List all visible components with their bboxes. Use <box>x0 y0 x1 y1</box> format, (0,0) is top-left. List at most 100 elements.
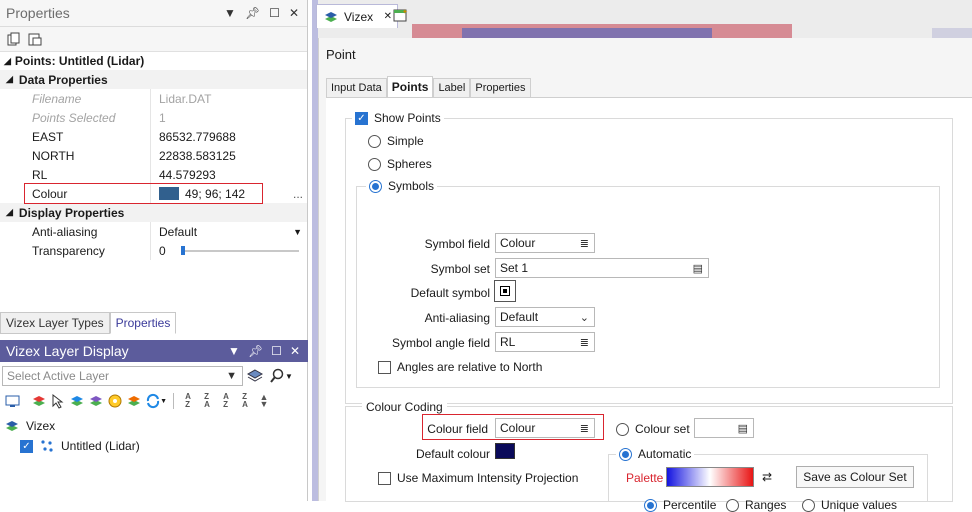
ranges-radio[interactable]: Ranges <box>726 498 786 512</box>
mip-checkbox[interactable] <box>378 471 391 485</box>
show-points-checkbox[interactable]: ✓ <box>355 111 368 125</box>
list-icon[interactable]: ≣ <box>580 237 594 250</box>
unique-values-radio-button[interactable] <box>802 498 815 512</box>
east-row[interactable]: EAST 86532.779688 <box>0 127 307 146</box>
refresh-icon[interactable]: ▼ <box>145 393 167 409</box>
tab-vizex-layer-types[interactable]: Vizex Layer Types <box>0 312 110 334</box>
new-layer-icon[interactable] <box>31 393 47 409</box>
colour-coding-legend: Colour Coding <box>362 400 447 414</box>
tab-points[interactable]: Points <box>386 76 434 97</box>
colour-field-input[interactable]: Colour ≣ <box>495 418 595 438</box>
colour-more-button[interactable]: ... <box>293 187 307 201</box>
colour-row[interactable]: Colour 49; 96; 142 ... <box>0 183 307 204</box>
tab-label[interactable]: Label <box>433 78 471 97</box>
transparency-slider[interactable] <box>181 245 299 256</box>
anti-aliasing-row[interactable]: Anti-aliasing Default ▼ <box>0 222 307 241</box>
tab-properties[interactable]: Properties <box>470 78 531 97</box>
pin-icon[interactable]: 📌︎ <box>245 6 260 20</box>
symbols-radio[interactable]: Symbols <box>366 179 438 193</box>
symbol-set-label: Symbol set <box>430 262 490 276</box>
paste-icon[interactable] <box>27 31 43 47</box>
palette-gradient[interactable] <box>666 467 754 487</box>
layer-properties-icon[interactable] <box>107 393 123 409</box>
rl-row[interactable]: RL 44.579293 <box>0 165 307 184</box>
transparency-row[interactable]: Transparency 0 <box>0 241 307 260</box>
percentile-radio-button[interactable] <box>644 498 657 512</box>
anti-aliasing-label: Anti-aliasing <box>424 311 490 325</box>
spheres-radio[interactable]: Spheres <box>368 157 432 171</box>
north-row[interactable]: NORTH 22838.583125 <box>0 146 307 165</box>
copy-icon[interactable] <box>6 31 22 47</box>
layer-edit-icon[interactable] <box>88 393 104 409</box>
tree-child[interactable]: ✓ Untitled (Lidar) <box>20 437 140 455</box>
colour-set-radio-button[interactable] <box>616 422 629 436</box>
display-properties-group[interactable]: ◢ Display Properties <box>0 203 307 222</box>
automatic-radio[interactable]: Automatic <box>616 447 695 461</box>
table-icon[interactable]: ▤ <box>693 262 708 275</box>
collapse-icon[interactable]: ◢ <box>6 207 13 218</box>
sort-az-icon[interactable]: AZ <box>180 393 196 409</box>
properties-toolbar <box>0 27 307 51</box>
new-window-icon[interactable]: ✦ <box>392 7 408 23</box>
pin-icon[interactable]: 📌︎ <box>248 344 263 358</box>
select-tool-icon[interactable] <box>50 393 66 409</box>
layer-visible-checkbox[interactable]: ✓ <box>20 439 33 453</box>
symbol-field-input[interactable]: Colour ≣ <box>495 233 595 253</box>
angles-relative-checkbox[interactable] <box>378 360 391 374</box>
chevron-down-icon[interactable]: ⌄ <box>580 311 594 324</box>
active-layer-select[interactable]: Select Active Layer ▼ <box>2 366 243 386</box>
sort-za-icon[interactable]: ZA <box>199 393 215 409</box>
colour-set-input[interactable]: ▤ <box>694 418 754 438</box>
tree-root[interactable]: Vizex <box>4 418 304 434</box>
percentile-radio[interactable]: Percentile <box>644 498 716 512</box>
anti-aliasing-value: Default <box>159 224 198 239</box>
layer-group-icon[interactable] <box>126 393 142 409</box>
move-arrows-icon[interactable]: ▲ ▼ <box>256 393 272 409</box>
layers-icon[interactable] <box>247 368 263 384</box>
show-points-check[interactable]: ✓ Show Points <box>352 111 444 125</box>
search-icon[interactable]: ▼ <box>267 368 295 384</box>
display-icon[interactable] <box>4 393 20 409</box>
maximize-icon[interactable]: ☐ <box>269 6 280 20</box>
slider-thumb[interactable] <box>181 245 185 255</box>
chevron-down-icon[interactable]: ▼ <box>293 227 307 237</box>
default-symbol-button[interactable] <box>494 280 516 302</box>
spheres-radio-button[interactable] <box>368 157 381 171</box>
maximize-icon[interactable]: ☐ <box>271 344 282 358</box>
list-icon[interactable]: ≣ <box>580 336 594 349</box>
mip-check[interactable]: Use Maximum Intensity Projection <box>378 471 578 485</box>
layer-filter-icon[interactable] <box>69 393 85 409</box>
simple-radio-button[interactable] <box>368 134 381 148</box>
symbol-set-input[interactable]: Set 1 ▤ <box>495 258 709 278</box>
symbols-radio-button[interactable] <box>369 179 382 193</box>
angles-relative-check[interactable]: Angles are relative to North <box>378 360 542 374</box>
sort-za-down-icon[interactable]: ZA <box>237 393 253 409</box>
colour-set-radio[interactable]: Colour set <box>616 422 690 436</box>
chevron-down-icon[interactable]: ▼ <box>226 370 242 382</box>
simple-radio[interactable]: Simple <box>368 134 424 148</box>
collapse-icon[interactable]: ◢ <box>4 56 11 67</box>
sort-az-down-icon[interactable]: AZ <box>218 393 234 409</box>
save-as-colour-set-button[interactable]: Save as Colour Set <box>796 466 914 488</box>
list-icon[interactable]: ≣ <box>580 422 594 435</box>
ranges-radio-button[interactable] <box>726 498 739 512</box>
anti-aliasing-select[interactable]: Default ⌄ <box>495 307 595 327</box>
tab-input-data[interactable]: Input Data <box>326 78 387 97</box>
close-icon[interactable]: ✕ <box>290 344 300 358</box>
default-colour-swatch[interactable] <box>495 443 515 459</box>
palette-label: Palette <box>626 471 664 485</box>
symbol-field-label: Symbol field <box>424 237 490 251</box>
automatic-radio-button[interactable] <box>619 447 632 461</box>
symbol-angle-input[interactable]: RL ≣ <box>495 332 595 352</box>
data-properties-group[interactable]: ◢ Data Properties <box>0 70 307 89</box>
layer-select-row: Select Active Layer ▼ ▼ <box>2 365 306 387</box>
table-icon[interactable]: ▤ <box>738 422 753 435</box>
swap-arrows-icon[interactable]: ⇄ <box>758 469 776 485</box>
close-icon[interactable]: ✕ <box>289 6 299 20</box>
dropdown-icon[interactable]: ▼ <box>224 6 236 20</box>
dropdown-icon[interactable]: ▼ <box>228 344 240 358</box>
collapse-icon[interactable]: ◢ <box>6 74 13 85</box>
tab-properties[interactable]: Properties <box>109 312 177 334</box>
tab-vizex[interactable]: Vizex ✕ <box>316 4 398 28</box>
unique-values-radio[interactable]: Unique values <box>802 498 897 512</box>
